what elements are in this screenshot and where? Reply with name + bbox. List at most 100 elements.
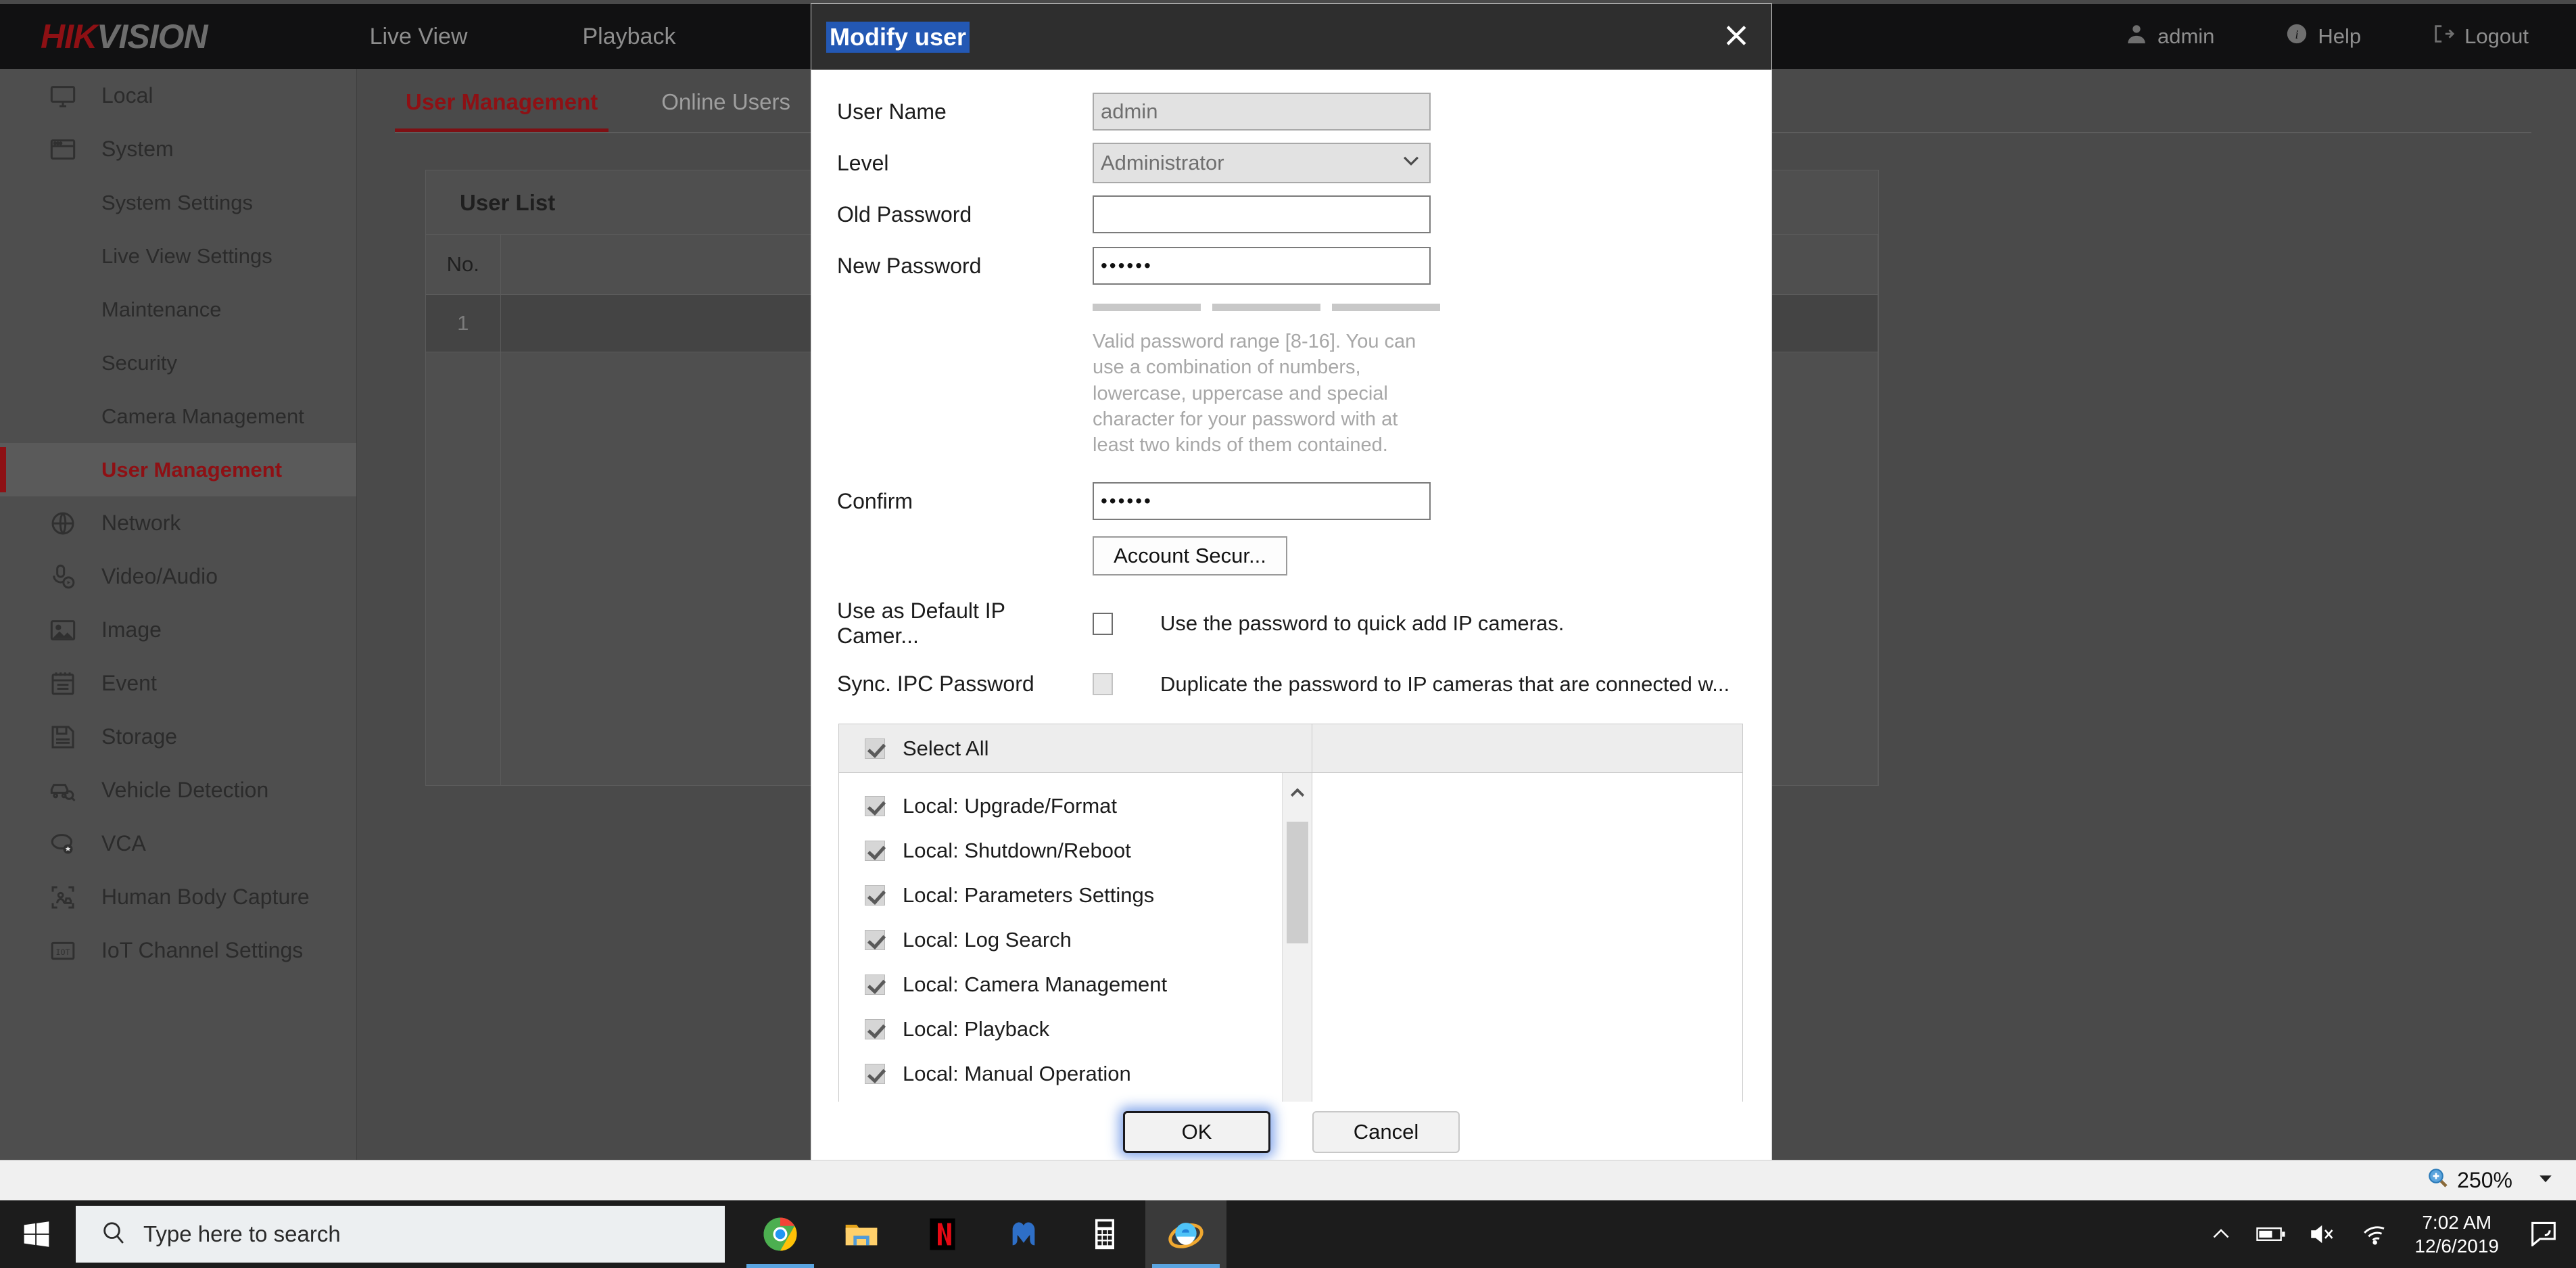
battery-icon[interactable] [2256,1222,2286,1246]
logo-hik-text: HIK [41,18,97,55]
sidebar-item-label: VCA [101,831,146,855]
sidebar-item-video-audio[interactable]: Video/Audio [0,550,356,603]
tab-online-users[interactable]: Online Users [650,89,801,132]
modify-user-dialog: Modify user User Name Level Administrato… [811,4,1771,1160]
old-password-input[interactable] [1093,195,1431,233]
cancel-button[interactable]: Cancel [1312,1111,1460,1153]
sidebar-item-vca[interactable]: VCA [0,817,356,870]
strength-segment-2 [1212,304,1320,311]
nav-user-admin[interactable]: admin [2125,22,2214,51]
sidebar-item-storage[interactable]: Storage [0,710,356,764]
field-row-level: Level Administrator [837,137,1771,189]
sidebar-item-human-body-capture[interactable]: Human Body Capture [0,870,356,924]
svg-text:IOT: IOT [55,947,70,956]
caret-down-icon[interactable] [2535,1168,2556,1194]
permission-item[interactable]: Local: Manual Operation [839,1052,1312,1096]
sidebar-item-label: System Settings [101,190,253,214]
calculator-icon[interactable] [1064,1200,1145,1268]
new-password-input[interactable] [1093,247,1431,285]
permission-checkbox[interactable] [865,885,885,906]
sidebar: Local System System Settings Live View S… [0,69,357,1160]
permission-item[interactable]: Local: Log Search [839,918,1312,962]
sidebar-item-live-view-settings[interactable]: Live View Settings [0,229,356,283]
clock-date: 12/6/2019 [2414,1236,2499,1257]
default-ipc-checkbox[interactable] [1093,612,1113,635]
dialog-buttons: OK Cancel [811,1111,1771,1153]
sidebar-item-vehicle-detection[interactable]: Vehicle Detection [0,764,356,817]
permission-item[interactable]: Local: Playback [839,1007,1312,1052]
sidebar-item-event[interactable]: Event [0,657,356,710]
sidebar-item-user-management[interactable]: User Management [0,443,356,496]
nav-link-playback[interactable]: Playback [583,24,676,50]
sidebar-item-system[interactable]: System [0,122,356,176]
top-nav-right-group: admin i Help Logout [2054,22,2529,51]
nav-help[interactable]: i Help [2285,22,2361,51]
permission-label: Local: Shutdown/Reboot [903,839,1131,863]
sidebar-item-maintenance[interactable]: Maintenance [0,283,356,336]
user-name-label: User Name [837,99,947,124]
sidebar-item-iot-channel-settings[interactable]: IOT IoT Channel Settings [0,924,356,977]
dialog-header: Modify user [811,4,1771,70]
sidebar-item-label: Video/Audio [101,564,218,588]
sidebar-item-label: Human Body Capture [101,885,310,909]
sidebar-item-system-settings[interactable]: System Settings [0,176,356,229]
sidebar-item-local[interactable]: Local [0,69,356,122]
netflix-icon[interactable] [902,1200,983,1268]
tab-user-management[interactable]: User Management [395,89,609,132]
monitor-icon [39,83,87,110]
ok-button[interactable]: OK [1123,1111,1270,1153]
permission-checkbox[interactable] [865,1064,885,1085]
windows-start-icon[interactable] [0,1200,73,1268]
select-all-checkbox[interactable] [865,738,885,759]
chevron-up-icon[interactable] [2209,1222,2233,1246]
permission-item[interactable]: Local: Upgrade/Format [839,784,1312,828]
nav-logout[interactable]: Logout [2432,22,2529,51]
permission-item[interactable]: Local: Camera Management [839,962,1312,1007]
sidebar-item-label: Maintenance [101,297,222,321]
file-explorer-icon[interactable] [821,1200,902,1268]
sync-ipc-checkbox[interactable] [1093,673,1113,696]
sidebar-item-network[interactable]: Network [0,496,356,550]
column-header-no: No. [426,234,501,295]
nav-link-live-view[interactable]: Live View [370,24,468,50]
dialog-title: Modify user [826,21,970,53]
sidebar-item-image[interactable]: Image [0,603,356,657]
chevron-up-icon[interactable] [1283,773,1312,814]
taskbar-clock[interactable]: 7:02 AM 12/6/2019 [2414,1211,2499,1258]
action-center-icon[interactable] [2529,1219,2558,1250]
level-label: Level [837,150,889,175]
permission-checkbox[interactable] [865,930,885,951]
sidebar-item-camera-management[interactable]: Camera Management [0,390,356,443]
wifi-icon[interactable] [2360,1222,2387,1246]
select-all-cell[interactable]: Select All [839,724,1312,773]
password-hint-text: Valid password range [8-16]. You can use… [1093,331,1416,456]
top-nav-links: Live View Playback [370,24,791,50]
internet-explorer-icon[interactable] [1145,1200,1226,1268]
malwarebytes-icon[interactable] [983,1200,1064,1268]
close-icon[interactable] [1721,20,1751,53]
scrollbar-thumb[interactable] [1287,822,1308,944]
dialog-body: User Name Level Administrator Old Passwo… [811,70,1771,1160]
user-name-input[interactable] [1093,93,1431,131]
permission-item[interactable]: Local: Shutdown/Reboot [839,828,1312,873]
search-input[interactable]: Type here to search [76,1206,725,1263]
sidebar-item-security[interactable]: Security [0,336,356,390]
permission-checkbox[interactable] [865,1019,885,1040]
account-security-button[interactable]: Account Secur... [1093,536,1287,576]
permission-checkbox[interactable] [865,975,885,995]
zoom-control[interactable]: 250% [2426,1166,2556,1196]
permission-item[interactable]: Local: Parameters Settings [839,873,1312,918]
nav-help-label: Help [2318,24,2362,48]
level-select[interactable]: Administrator [1093,143,1431,183]
confirm-password-input[interactable] [1093,482,1431,521]
permission-checkbox[interactable] [865,796,885,817]
calendar-icon [39,670,87,697]
windows-taskbar: Type here to search 7:02 AM 12/6/2019 [0,1200,2576,1268]
sync-ipc-label: Sync. IPC Password [837,672,1034,697]
volume-muted-icon[interactable] [2309,1222,2337,1246]
sidebar-item-label: Local [101,83,153,108]
chrome-icon[interactable] [740,1200,821,1268]
permission-checkbox[interactable] [865,841,885,862]
clock-time: 7:02 AM [2422,1212,2492,1233]
hikvision-logo: HIKVISION [41,17,208,56]
